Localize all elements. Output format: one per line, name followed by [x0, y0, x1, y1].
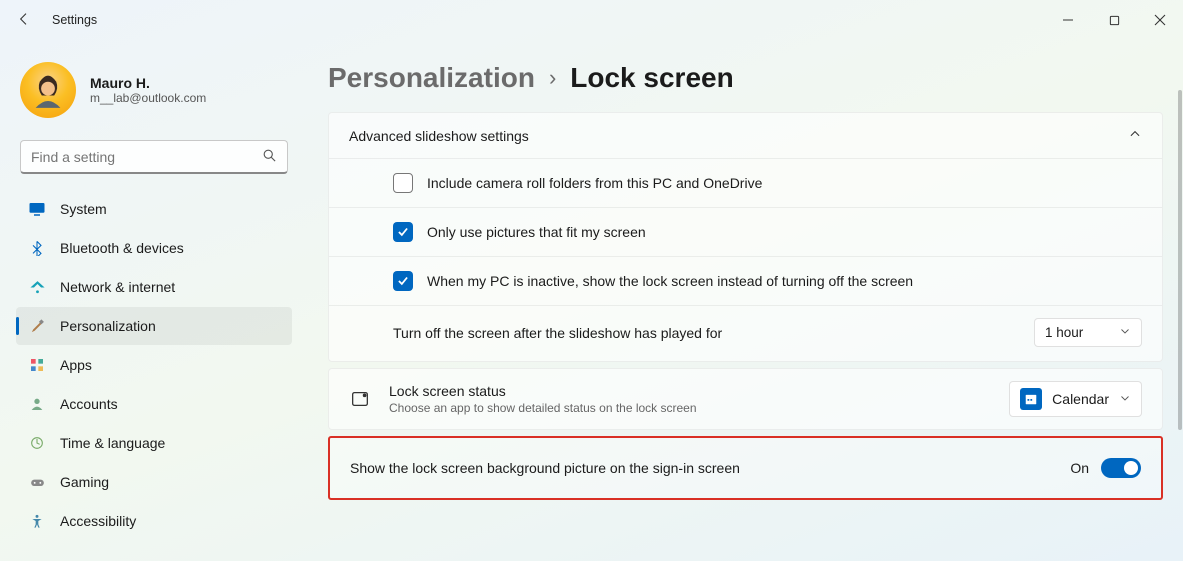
sidebar-item-label: Network & internet — [60, 279, 175, 295]
dropdown-value: 1 hour — [1045, 325, 1083, 340]
sidebar: Mauro H. m__lab@outlook.com System Blu — [0, 40, 300, 561]
sidebar-item-label: Bluetooth & devices — [60, 240, 184, 256]
scrollbar-thumb[interactable] — [1178, 90, 1182, 430]
advanced-slideshow-header[interactable]: Advanced slideshow settings — [329, 113, 1162, 158]
title-bar: Settings — [0, 0, 1183, 40]
search-box[interactable] — [20, 140, 288, 174]
sidebar-item-bluetooth[interactable]: Bluetooth & devices — [16, 229, 292, 267]
profile-block[interactable]: Mauro H. m__lab@outlook.com — [16, 56, 292, 134]
checkbox-checked[interactable] — [393, 222, 413, 242]
option-fit-screen[interactable]: Only use pictures that fit my screen — [329, 207, 1162, 256]
advanced-slideshow-card: Advanced slideshow settings Include came… — [328, 112, 1163, 362]
turn-off-dropdown[interactable]: 1 hour — [1034, 318, 1142, 347]
sidebar-item-system[interactable]: System — [16, 190, 292, 228]
search-input[interactable] — [31, 149, 262, 165]
setting-label: Show the lock screen background picture … — [350, 460, 740, 476]
profile-name: Mauro H. — [90, 75, 206, 91]
sidebar-item-label: Accessibility — [60, 513, 136, 529]
option-label: Turn off the screen after the slideshow … — [393, 325, 722, 341]
sidebar-item-label: Accounts — [60, 396, 118, 412]
sidebar-item-label: Time & language — [60, 435, 165, 451]
status-subtitle: Choose an app to show detailed status on… — [389, 401, 697, 415]
breadcrumb-current: Lock screen — [570, 62, 733, 94]
paintbrush-icon — [28, 317, 46, 335]
option-inactive-lockscreen[interactable]: When my PC is inactive, show the lock sc… — [329, 256, 1162, 305]
breadcrumb: Personalization › Lock screen — [328, 62, 1163, 94]
sidebar-item-accessibility[interactable]: Accessibility — [16, 502, 292, 540]
lock-screen-status-card[interactable]: Lock screen status Choose an app to show… — [328, 368, 1163, 430]
close-button[interactable] — [1137, 4, 1183, 36]
bluetooth-icon — [28, 239, 46, 257]
toggle-state-label: On — [1070, 460, 1089, 476]
apps-icon — [28, 356, 46, 374]
signin-background-setting: Show the lock screen background picture … — [328, 436, 1163, 500]
sidebar-item-label: Gaming — [60, 474, 109, 490]
sidebar-item-label: Apps — [60, 357, 92, 373]
minimize-button[interactable] — [1045, 4, 1091, 36]
wifi-icon — [28, 278, 46, 296]
search-icon — [262, 148, 277, 166]
back-icon[interactable] — [16, 11, 32, 30]
option-turn-off-after: Turn off the screen after the slideshow … — [329, 305, 1162, 361]
gamepad-icon — [28, 473, 46, 491]
avatar — [20, 62, 76, 118]
sidebar-item-apps[interactable]: Apps — [16, 346, 292, 384]
sidebar-item-network[interactable]: Network & internet — [16, 268, 292, 306]
status-app-picker[interactable]: Calendar — [1009, 381, 1142, 417]
sidebar-item-label: Personalization — [60, 318, 156, 334]
card-title: Advanced slideshow settings — [349, 128, 529, 144]
checkbox-unchecked[interactable] — [393, 173, 413, 193]
lock-status-icon — [349, 388, 371, 410]
option-camera-roll[interactable]: Include camera roll folders from this PC… — [329, 158, 1162, 207]
status-app-name: Calendar — [1052, 391, 1109, 407]
option-label: Only use pictures that fit my screen — [427, 224, 646, 240]
sidebar-item-gaming[interactable]: Gaming — [16, 463, 292, 501]
sidebar-item-label: System — [60, 201, 107, 217]
sidebar-item-personalization[interactable]: Personalization — [16, 307, 292, 345]
window-title: Settings — [52, 13, 97, 27]
chevron-right-icon: › — [549, 65, 556, 91]
calendar-icon — [1020, 388, 1042, 410]
checkbox-checked[interactable] — [393, 271, 413, 291]
accessibility-icon — [28, 512, 46, 530]
chevron-down-icon — [1119, 325, 1131, 340]
breadcrumb-parent[interactable]: Personalization — [328, 62, 535, 94]
option-label: When my PC is inactive, show the lock sc… — [427, 273, 913, 289]
maximize-button[interactable] — [1091, 4, 1137, 36]
person-icon — [28, 395, 46, 413]
clock-globe-icon — [28, 434, 46, 452]
chevron-down-icon — [1119, 391, 1131, 407]
sidebar-item-accounts[interactable]: Accounts — [16, 385, 292, 423]
profile-email: m__lab@outlook.com — [90, 91, 206, 105]
toggle-switch[interactable] — [1101, 458, 1141, 478]
chevron-up-icon — [1128, 127, 1142, 144]
status-title: Lock screen status — [389, 383, 697, 399]
display-icon — [28, 200, 46, 218]
option-label: Include camera roll folders from this PC… — [427, 175, 762, 191]
content-area: Personalization › Lock screen Advanced s… — [300, 40, 1183, 561]
sidebar-item-time-language[interactable]: Time & language — [16, 424, 292, 462]
